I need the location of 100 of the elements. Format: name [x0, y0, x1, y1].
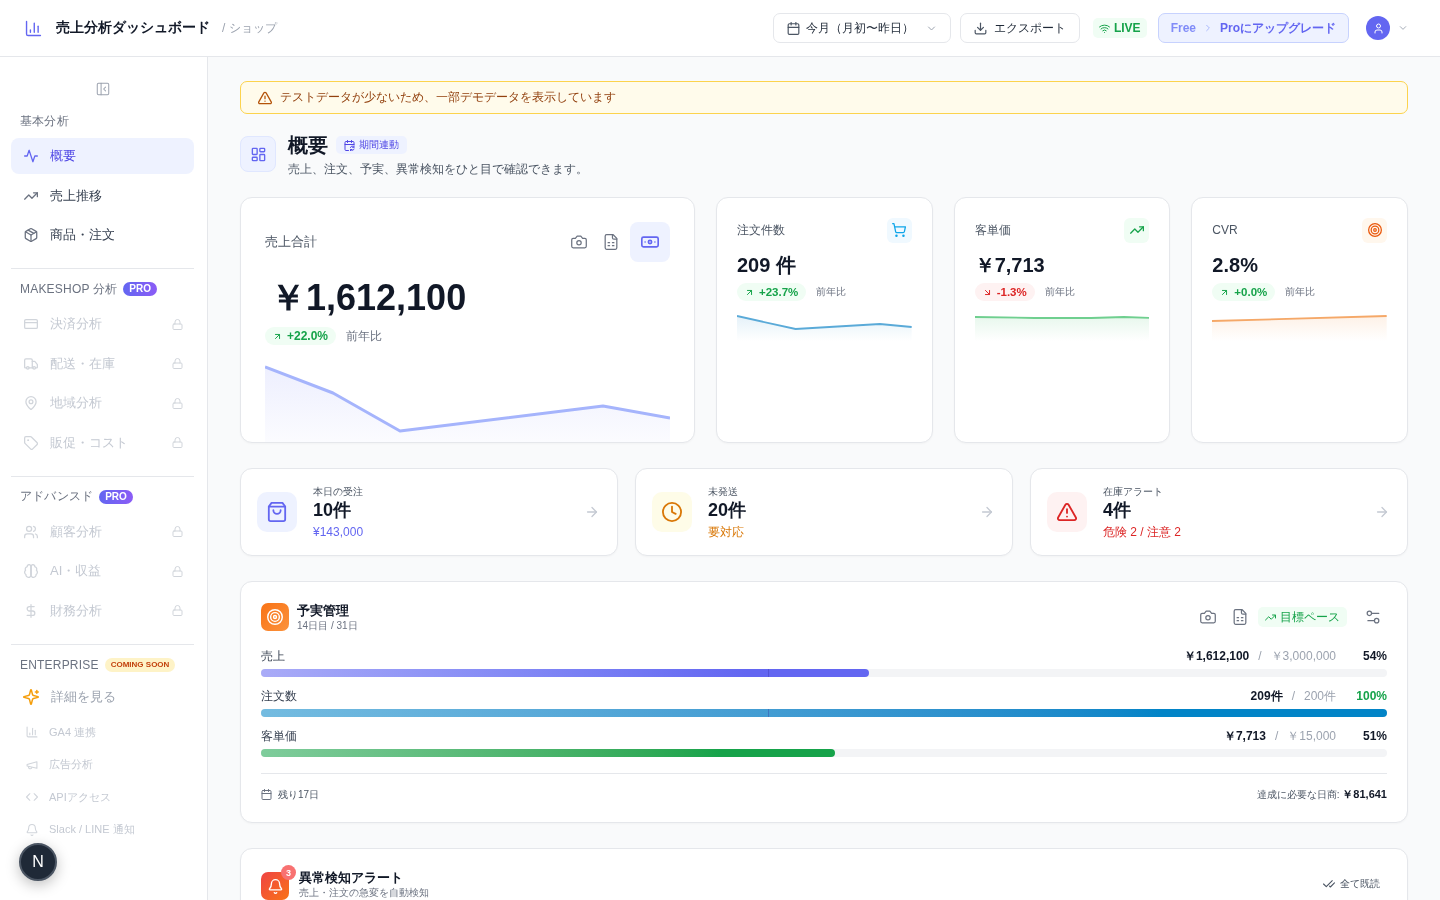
separator-text: / [1274, 729, 1279, 743]
kpi-label: 注文件数 [737, 221, 785, 239]
mark-all-read-button[interactable]: 全て既読 [1323, 875, 1380, 893]
lock-icon [172, 358, 183, 369]
lock-icon [172, 565, 183, 577]
stat-value: 20件 [708, 498, 747, 521]
stat-value: 10件 [313, 498, 352, 521]
warning-icon [258, 90, 272, 105]
planned-feature-item: Slack / LINE 通知 [11, 815, 194, 844]
cart-icon [886, 217, 912, 243]
stat-value: 4件 [1103, 498, 1131, 521]
alert-count-badge: 3 [281, 865, 296, 880]
separator-text: / [1258, 649, 1262, 663]
sliders-icon[interactable] [1365, 609, 1381, 625]
target-icon [1362, 217, 1387, 243]
change-value: +0.0% [1234, 286, 1268, 298]
separator-text: / [1291, 689, 1295, 703]
stat-label: 未発送 [708, 484, 738, 499]
remaining-days: 残り17日 [278, 787, 320, 802]
kpi-label: 客単価 [974, 221, 1011, 239]
bar-chart-logo-icon [25, 19, 42, 37]
spreadsheet-icon[interactable] [1232, 609, 1248, 625]
section-label: ENTERPRISE [20, 657, 99, 672]
chevron-right-icon [1203, 23, 1213, 33]
truck-icon [24, 356, 38, 371]
actual-value: ￥1,612,100 [1183, 647, 1250, 665]
card-subtitle: 14日目 / 31日 [297, 618, 358, 632]
stat-detail: 危険 2 / 注意 2 [1103, 523, 1182, 540]
code-icon [26, 791, 38, 803]
avatar-icon [1366, 16, 1390, 40]
date-range-button[interactable]: 今月（月初〜昨日） [772, 13, 951, 43]
change-value: +22.0% [287, 329, 329, 343]
calendar-icon [261, 789, 272, 800]
export-button[interactable]: エクスポート [959, 13, 1080, 43]
lock-icon [172, 397, 183, 409]
section-label: MAKESHOP 分析 [20, 280, 118, 298]
clock-icon [652, 492, 692, 532]
percent-value: 54% [1361, 649, 1387, 663]
bell-icon [26, 823, 38, 836]
plan-badge: PRO [123, 282, 157, 296]
arrow-up-right-icon [745, 287, 754, 297]
change-value: +23.7% [759, 286, 799, 298]
arrow-down-right-icon [982, 287, 992, 297]
stat-card[interactable]: 未発送 20件 要対応 [635, 468, 1013, 556]
dollar-sign-icon [24, 603, 38, 618]
sidebar-item[interactable]: 商品・注文 [11, 217, 194, 253]
spreadsheet-icon[interactable] [603, 234, 619, 250]
upgrade-button[interactable]: Free Proにアップグレード [1157, 13, 1349, 43]
camera-icon[interactable] [571, 234, 587, 250]
banknote-icon [630, 222, 670, 262]
stat-card[interactable]: 本日の受注 10件 ¥143,000 [240, 468, 618, 556]
card-subtitle: 売上・注文の急変を自動検知 [299, 885, 429, 899]
lock-icon [172, 526, 183, 537]
users-icon [24, 524, 38, 539]
kpi-value: 209 件 [737, 253, 797, 278]
coming-soon-badge: COMING SOON [104, 657, 176, 672]
sidebar-item[interactable]: 概要 [11, 138, 194, 174]
arrow-up-right-icon [1220, 287, 1230, 297]
map-pin-icon [24, 396, 38, 410]
arrow-up-right-icon [273, 331, 282, 341]
stat-card[interactable]: 在庫アラート 4件 危険 2 / 注意 2 [1030, 468, 1408, 556]
actual-value: 209件 [1250, 687, 1283, 705]
lock-icon [172, 318, 183, 330]
lock-icon [172, 605, 183, 616]
kpi-label: CVR [1212, 223, 1238, 237]
target-value: ￥3,000,000 [1270, 647, 1336, 665]
credit-card-icon [24, 317, 38, 331]
percent-value: 51% [1361, 729, 1387, 743]
stat-label: 本日の受注 [313, 484, 363, 499]
trending-up-icon [1124, 217, 1150, 243]
notice-text: テストデータが少ないため、一部デモデータを表示しています [280, 90, 616, 105]
comparison-label: 前年比 [346, 327, 383, 345]
app-title: 売上分析ダッシュボード [56, 19, 210, 37]
kpi-value: ￥7,713 [974, 253, 1046, 278]
shopping-bag-icon [257, 492, 297, 532]
kpi-value: ￥1,612,100 [269, 276, 468, 320]
megaphone-icon [26, 758, 38, 771]
period-sync-label: 期間連動 [359, 138, 399, 152]
activity-icon [24, 149, 38, 163]
card-title: 予実管理 [297, 602, 349, 619]
metric-label: 客単価 [261, 727, 297, 745]
sidebar-item[interactable]: 売上推移 [11, 177, 194, 214]
target-pace-button[interactable]: 目標ペース [1258, 607, 1347, 627]
page-subtitle: 売上、注文、予実、異常検知をひと目で確認できます。 [288, 162, 588, 177]
comparison-label: 前年比 [1285, 285, 1316, 299]
page-title: 概要 [288, 133, 328, 157]
wifi-icon [1098, 22, 1110, 34]
lock-icon [172, 437, 183, 448]
required-daily-sales: 達成に必要な日商: ￥81,641 [1256, 787, 1387, 802]
metric-label: 売上 [261, 647, 285, 665]
change-value: -1.3% [996, 286, 1027, 298]
camera-icon[interactable] [1200, 609, 1216, 625]
live-label: LIVE [1113, 21, 1141, 35]
actual-value: ￥7,713 [1223, 727, 1266, 745]
percent-value: 100% [1355, 689, 1387, 703]
stat-detail: ¥143,000 [313, 523, 364, 540]
download-icon [973, 21, 987, 35]
bar-chart-icon [26, 726, 38, 738]
plan-badge: PRO [99, 489, 133, 504]
breadcrumb: / ショップ [222, 19, 277, 37]
